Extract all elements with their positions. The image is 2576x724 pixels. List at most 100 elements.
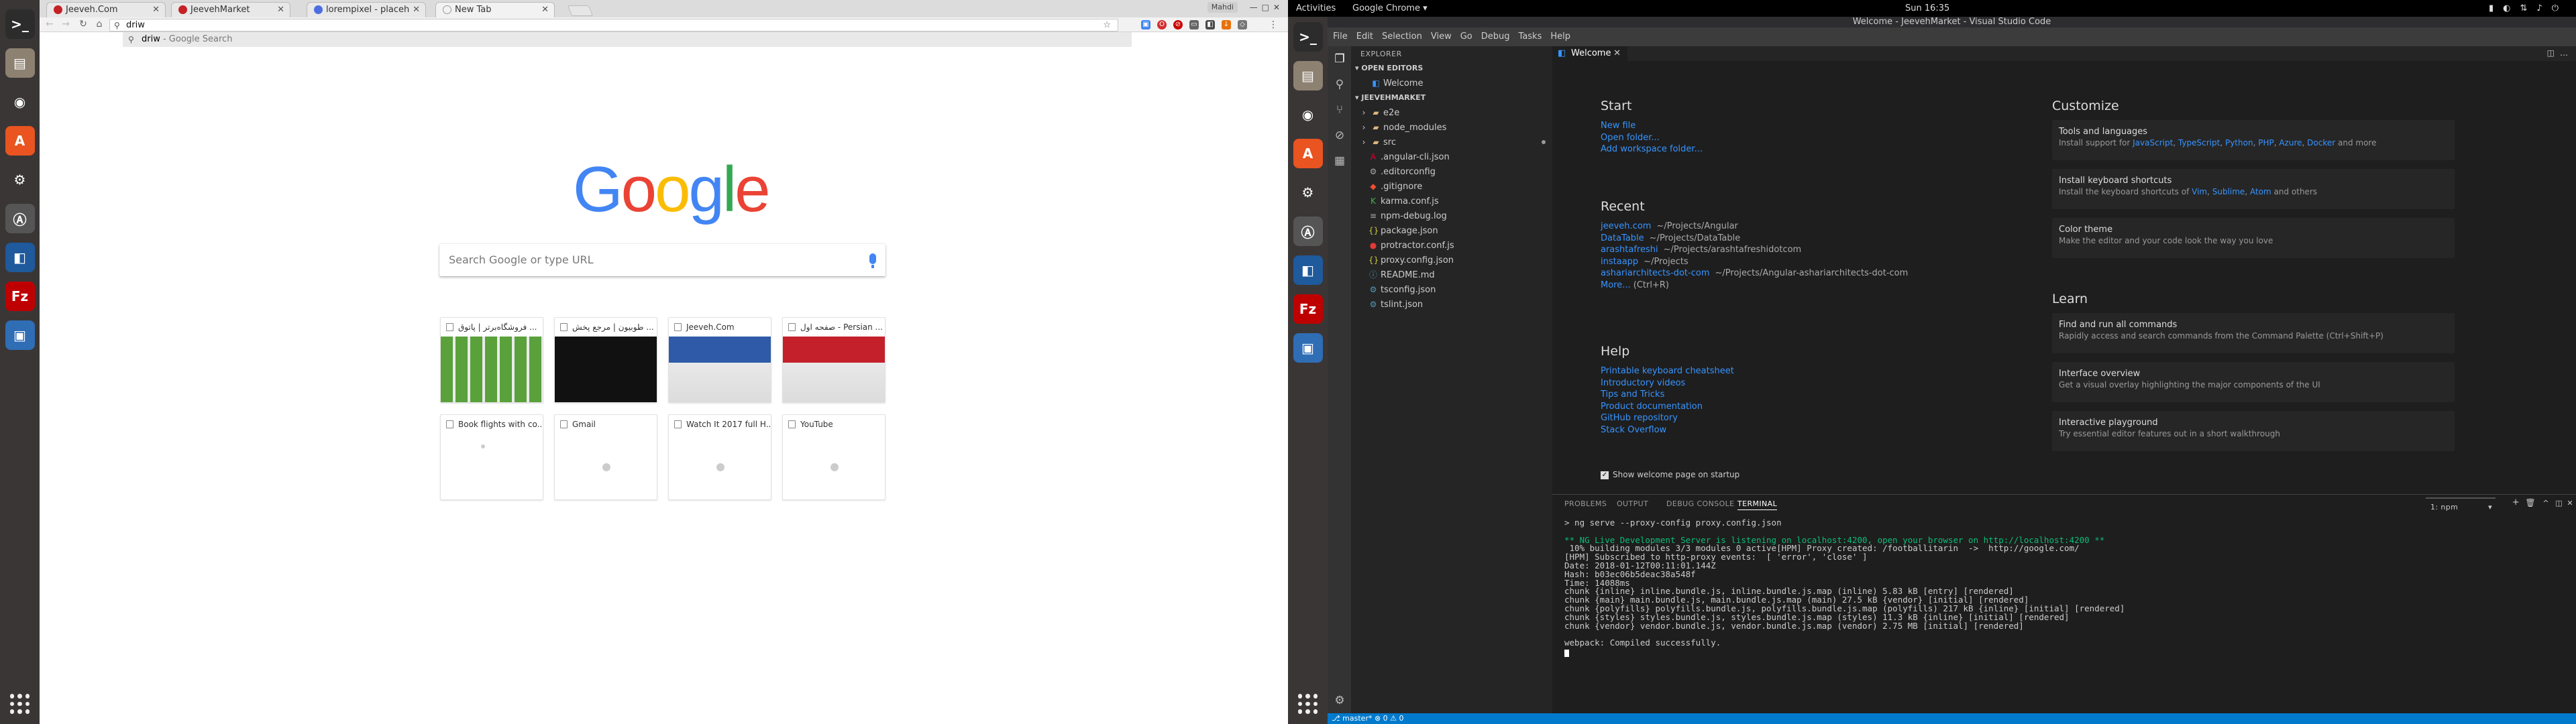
split-terminal-icon[interactable]: ◫ [2555, 499, 2563, 507]
card-link[interactable]: Python [2225, 138, 2253, 147]
file-item[interactable]: Kkarma.conf.js [1351, 194, 1552, 208]
terminal-icon[interactable]: >_ [5, 9, 35, 39]
card-link[interactable]: TypeScript [2178, 138, 2220, 147]
extension-icon[interactable]: ◧ [1205, 20, 1215, 29]
card-link[interactable]: Sublime [2212, 187, 2245, 196]
most-visited-tile[interactable]: YouTube [782, 414, 885, 500]
menu-help[interactable]: Help [1550, 32, 1570, 42]
folder-item[interactable]: › ▰ node_modules [1351, 120, 1552, 135]
recent-item[interactable]: instaapp ~/Projects [1601, 256, 1908, 268]
file-item[interactable]: ⚙ .editorconfig [1351, 164, 1552, 179]
filezilla-icon[interactable]: Fz [5, 282, 35, 311]
welcome-card[interactable]: Color theme Make the editor and your code… [2052, 218, 2455, 258]
split-editor-icon[interactable]: ◫ [2547, 48, 2555, 58]
chrome-icon[interactable]: ◉ [5, 87, 35, 117]
welcome-card[interactable]: Find and run all commands Rapidly access … [2052, 313, 2455, 353]
show-apps-button[interactable] [1296, 692, 1320, 716]
close-panel-icon[interactable]: ✕ [2567, 499, 2573, 507]
omnibox-suggestion[interactable]: ⚲ driw - Google Search [123, 32, 1132, 47]
files-icon[interactable]: ▤ [5, 48, 35, 78]
close-icon[interactable]: ✕ [277, 3, 284, 17]
terminal-select[interactable]: 1: npm ▾ [2426, 497, 2496, 511]
folder-item[interactable]: › ▰ src [1351, 135, 1552, 149]
terminal-output[interactable]: > ng serve --proxy-config proxy.config.j… [1564, 518, 2563, 657]
files-icon[interactable]: ▤ [1293, 61, 1323, 90]
bookmark-star-icon[interactable]: ☆ [1103, 19, 1111, 31]
tab-jeevehmarket[interactable]: JeevehMarket ✕ [171, 2, 290, 17]
card-link[interactable]: PHP [2258, 138, 2274, 147]
recent-item[interactable]: jeeveh.com ~/Projects/Angular [1601, 221, 1908, 233]
file-item[interactable]: ≡ npm-debug.log [1351, 208, 1552, 223]
explorer-icon[interactable]: ❐ [1332, 52, 1347, 66]
tab-new-tab[interactable]: New Tab ✕ [435, 2, 555, 18]
help-link[interactable]: Printable keyboard cheatsheet [1601, 365, 1734, 377]
system-tray-icons[interactable]: ▮◐⇅♪⏻ [2489, 0, 2568, 17]
extension-icon[interactable]: ▣ [1141, 20, 1150, 29]
open-folder-link[interactable]: Open folder... [1601, 132, 1703, 144]
software-updater-icon[interactable]: Ⓐ [5, 204, 35, 233]
file-item[interactable]: ⚙ tsconfig.json [1351, 282, 1552, 297]
close-icon[interactable]: ✕ [413, 3, 420, 17]
most-visited-tile[interactable]: Jeeveh.Com [668, 317, 771, 403]
file-item[interactable]: A .angular-cli.json [1351, 149, 1552, 164]
card-link[interactable]: JavaScript [2133, 138, 2173, 147]
maximize-panel-icon[interactable]: ^ [2542, 499, 2549, 507]
close-icon[interactable]: ✕ [1613, 46, 1621, 61]
software-updater-icon[interactable]: Ⓐ [1293, 217, 1323, 246]
tab-jeeveh-com[interactable]: Jeeveh.Com ✕ [46, 2, 166, 17]
software-center-icon[interactable]: A [1293, 139, 1323, 168]
trash-icon[interactable]: 🗑 [2525, 498, 2536, 507]
home-icon[interactable]: ⌂ [93, 18, 105, 30]
address-bar[interactable]: ⚲ driw ☆ [109, 19, 1118, 32]
new-tab-button[interactable] [567, 5, 594, 16]
forward-icon[interactable]: → [60, 18, 72, 30]
extension-icon[interactable]: ◇ [1238, 20, 1247, 29]
activities-button[interactable]: Activities [1296, 0, 1336, 17]
most-visited-tile[interactable]: Watch It 2017 full H... [668, 414, 771, 500]
file-item[interactable]: {} package.json [1351, 223, 1552, 238]
clock[interactable]: Sun 16:35 [1905, 0, 1949, 17]
settings-gear-icon[interactable]: ⚙ [1332, 693, 1347, 708]
status-text[interactable]: ⎇ master* ⊗ 0 ⚠ 0 [1332, 714, 1404, 723]
file-item[interactable]: ⓘ README.md [1351, 267, 1552, 282]
opera-extension-icon[interactable]: O [1157, 20, 1167, 29]
card-link[interactable]: Azure [2279, 138, 2302, 147]
card-link[interactable]: Docker [2307, 138, 2335, 147]
file-item[interactable]: ● protractor.conf.js [1351, 238, 1552, 253]
file-item[interactable]: ◆ .gitignore [1351, 179, 1552, 194]
most-visited-tile[interactable]: طوبیون | مرجع پخش ... [554, 317, 657, 403]
search-input[interactable]: Search Google or type URL [439, 244, 885, 276]
debug-icon[interactable]: ⊘ [1332, 128, 1347, 143]
menu-debug[interactable]: Debug [1481, 32, 1510, 42]
microphone-icon[interactable] [869, 253, 876, 268]
help-link[interactable]: Product documentation [1601, 401, 1734, 413]
back-icon[interactable]: ← [44, 18, 56, 30]
most-visited-tile[interactable]: Book flights with co... [440, 414, 543, 500]
most-visited-tile[interactable]: Gmail [554, 414, 657, 500]
tab-welcome[interactable]: ◧ Welcome ✕ [1552, 46, 1627, 61]
search-icon[interactable]: ⚲ [1332, 77, 1347, 92]
add-terminal-icon[interactable]: + [2512, 497, 2520, 507]
adblock-icon[interactable]: ⊘ [1173, 20, 1183, 29]
card-link[interactable]: Atom [2250, 187, 2271, 196]
virtualbox-icon[interactable]: ▣ [5, 320, 35, 350]
more-recent-link[interactable]: More... (Ctrl+R) [1601, 280, 1908, 292]
file-item[interactable]: ⚙ tslint.json [1351, 297, 1552, 312]
project-section[interactable]: ▾ JEEVEHMARKET [1351, 90, 1552, 105]
help-link[interactable]: Introductory videos [1601, 377, 1734, 389]
open-editor-item[interactable]: ◧ Welcome [1351, 76, 1552, 90]
close-icon[interactable]: ✕ [541, 3, 549, 17]
extensions-icon[interactable]: ▦ [1332, 154, 1347, 168]
source-control-icon[interactable]: ⑂ [1332, 103, 1347, 117]
close-icon[interactable]: ✕ [152, 3, 160, 17]
tab-debug-console[interactable]: DEBUG CONSOLE [1666, 499, 1735, 508]
vscode-icon[interactable]: ◧ [1293, 255, 1323, 285]
help-link[interactable]: Tips and Tricks [1601, 389, 1734, 401]
recent-item[interactable]: arashtafreshi ~/Projects/arashtafreshidot… [1601, 244, 1908, 256]
add-workspace-folder-link[interactable]: Add workspace folder... [1601, 143, 1703, 156]
most-visited-tile[interactable]: صفحه اول - Persian ... [782, 317, 885, 403]
menu-view[interactable]: View [1431, 32, 1452, 42]
welcome-card[interactable]: Install keyboard shortcuts Install the ke… [2052, 169, 2455, 209]
terminal-icon[interactable]: >_ [1293, 22, 1323, 52]
folder-item[interactable]: › ▰ e2e [1351, 105, 1552, 120]
